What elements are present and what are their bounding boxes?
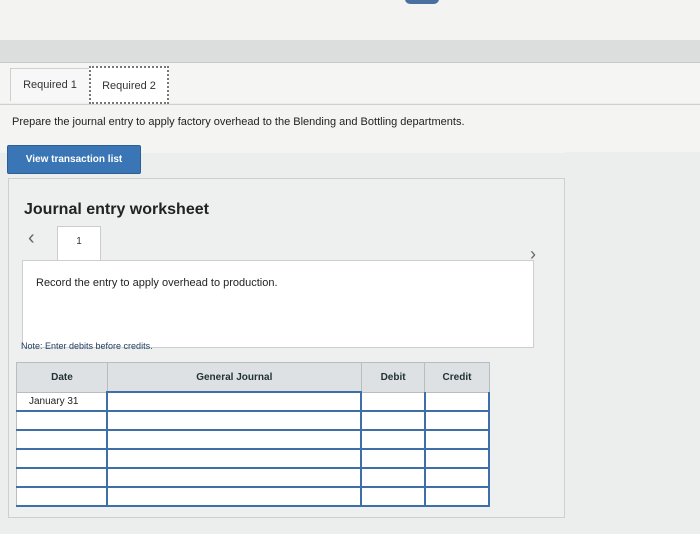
debit-input[interactable] (360, 410, 426, 431)
journal-input[interactable] (106, 391, 363, 412)
entry-tab-1[interactable]: 1 (57, 226, 101, 262)
credit-input[interactable] (424, 467, 491, 488)
date-cell[interactable] (16, 467, 108, 488)
journal-input[interactable] (106, 410, 363, 431)
journal-input[interactable] (106, 429, 363, 450)
credit-input[interactable] (424, 391, 491, 412)
table-row (16, 486, 491, 507)
top-bar (0, 0, 700, 40)
date-cell[interactable] (16, 429, 108, 450)
date-cell[interactable]: January 31 (16, 391, 108, 412)
view-transaction-list-button[interactable]: View transaction list (7, 145, 141, 174)
credit-input[interactable] (424, 429, 491, 450)
debit-input[interactable] (360, 467, 426, 488)
header-date: Date (16, 362, 108, 393)
table-row (16, 467, 491, 488)
date-cell[interactable] (16, 410, 108, 431)
table-row: January 31 (16, 391, 491, 412)
journal-table: Date General Journal Debit Credit Januar… (16, 362, 491, 507)
debit-input[interactable] (360, 429, 426, 450)
entry-description-box (22, 260, 534, 348)
saved-indicator (405, 0, 439, 4)
right-background (565, 152, 700, 534)
instruction-text: Prepare the journal entry to apply facto… (12, 116, 465, 128)
table-row (16, 429, 491, 450)
date-cell[interactable] (16, 486, 108, 507)
table-row (16, 410, 491, 431)
header-debit: Debit (360, 362, 426, 393)
journal-input[interactable] (106, 486, 363, 507)
entry-description: Record the entry to apply overhead to pr… (36, 277, 278, 289)
journal-input[interactable] (106, 448, 363, 469)
journal-input[interactable] (106, 467, 363, 488)
debit-input[interactable] (360, 486, 426, 507)
credit-input[interactable] (424, 448, 491, 469)
debit-input[interactable] (360, 391, 426, 412)
credit-input[interactable] (424, 486, 491, 507)
debit-input[interactable] (360, 448, 426, 469)
worksheet-title: Journal entry worksheet (24, 201, 209, 218)
credit-input[interactable] (424, 410, 491, 431)
header-general-journal: General Journal (106, 362, 362, 393)
table-row (16, 448, 491, 469)
divider-band (0, 40, 700, 62)
note-text: Note: Enter debits before credits. (21, 341, 153, 351)
tab-required-2[interactable]: Required 2 (89, 66, 169, 104)
date-cell[interactable] (16, 448, 108, 469)
header-credit: Credit (424, 362, 490, 393)
chevron-left-icon[interactable]: ‹ (28, 227, 35, 250)
tab-required-1[interactable]: Required 1 (10, 68, 90, 101)
